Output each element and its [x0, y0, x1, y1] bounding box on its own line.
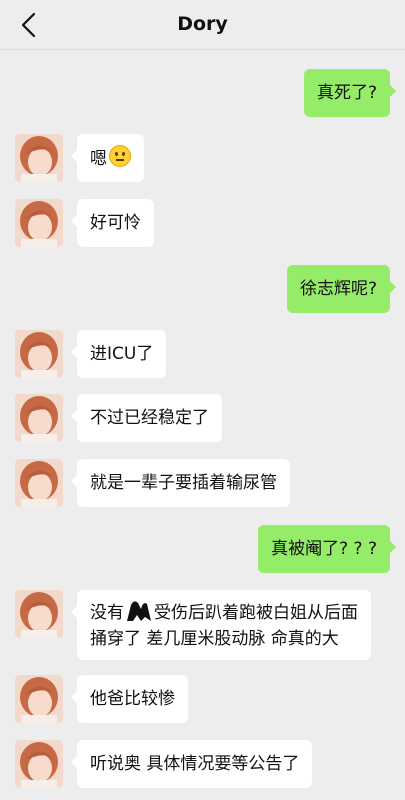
chat-title: Dory — [177, 13, 228, 35]
message-line-1: 没有 受伤后趴着跑被白姐从后面 — [90, 599, 358, 626]
outgoing-message-bubble[interactable]: 真被阉了? ? ? — [258, 525, 396, 573]
avatar-image — [15, 394, 63, 442]
avatar-image — [15, 330, 63, 378]
avatar-image — [15, 199, 63, 247]
avatar[interactable] — [15, 394, 63, 442]
message-text: 听说奥 具体情况要等公告了 — [90, 754, 300, 774]
redaction-scribble-icon — [127, 601, 151, 621]
avatar-image — [15, 675, 63, 723]
message-text: 没有 — [90, 603, 124, 623]
message-text: 进ICU了 — [90, 344, 154, 364]
incoming-message-bubble[interactable]: 就是一辈子要插着输尿管 — [71, 459, 290, 507]
message-line-2: 捅穿了 差几厘米股动脉 命真的大 — [90, 629, 339, 649]
incoming-message-bubble[interactable]: 没有 受伤后趴着跑被白姐从后面 捅穿了 差几厘米股动脉 命真的大 — [71, 590, 371, 660]
incoming-message-bubble[interactable]: 听说奥 具体情况要等公告了 — [70, 740, 313, 788]
avatar-image — [15, 740, 63, 788]
incoming-message-bubble[interactable]: 不过已经稳定了 — [71, 394, 222, 442]
message-text: 受伤后趴着跑被白姐从后面 — [154, 603, 358, 623]
message-text: 真死了? — [316, 83, 377, 103]
message-text: 嗯 — [90, 149, 107, 169]
outgoing-message-bubble[interactable]: 真死了? — [303, 69, 397, 117]
message-text: 不过已经稳定了 — [90, 408, 209, 428]
incoming-message-bubble[interactable]: 他爸比较惨 — [71, 675, 188, 723]
incoming-message-bubble[interactable]: 嗯 — [71, 134, 144, 182]
message-text: 就是一辈子要插着输尿管 — [90, 473, 277, 493]
avatar[interactable] — [15, 459, 63, 507]
avatar[interactable] — [15, 134, 63, 182]
incoming-message-bubble[interactable]: 进ICU了 — [70, 330, 167, 378]
message-text: 真被阉了? ? ? — [271, 539, 377, 559]
neutral-face-emoji-icon — [109, 145, 131, 167]
avatar[interactable] — [15, 740, 63, 788]
incoming-message-bubble[interactable]: 好可怜 — [71, 199, 154, 247]
message-text: 徐志辉呢? — [299, 279, 377, 299]
outgoing-message-bubble[interactable]: 徐志辉呢? — [286, 265, 397, 313]
avatar[interactable] — [15, 590, 63, 638]
avatar[interactable] — [15, 330, 63, 378]
avatar[interactable] — [15, 675, 63, 723]
avatar-image — [15, 134, 63, 182]
message-text: 他爸比较惨 — [90, 689, 175, 709]
avatar[interactable] — [15, 199, 63, 247]
avatar-image — [15, 590, 63, 638]
avatar-image — [15, 459, 63, 507]
chat-header: Dory — [0, 0, 405, 50]
message-text: 好可怜 — [90, 213, 141, 233]
